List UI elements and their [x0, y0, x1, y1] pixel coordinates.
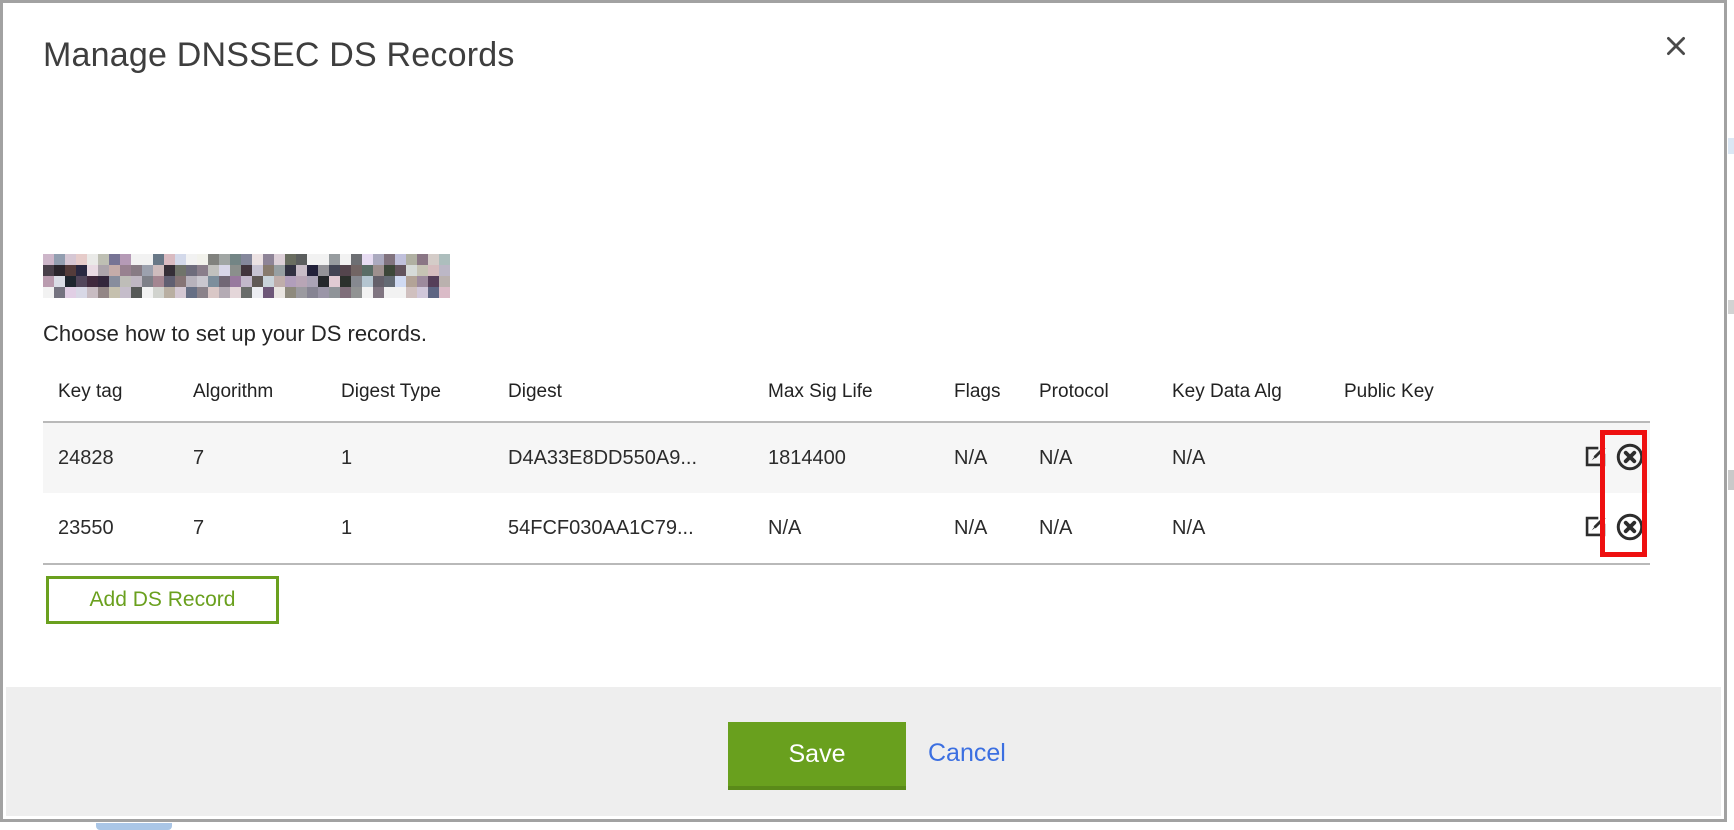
delete-record-button[interactable] [1614, 442, 1646, 474]
instruction-text: Choose how to set up your DS records. [43, 321, 427, 347]
ds-records-table: Key tag Algorithm Digest Type Digest Max… [43, 363, 1650, 565]
row-actions [1560, 442, 1650, 474]
table-row: 23550 7 1 54FCF030AA1C79... N/A N/A N/A … [43, 493, 1650, 563]
column-header-digest-type: Digest Type [326, 381, 493, 403]
dnssec-ds-records-modal: Manage DNSSEC DS Records Choose how to s… [0, 0, 1727, 822]
background-artifact [1728, 138, 1734, 154]
cell-digest: 54FCF030AA1C79... [493, 517, 753, 540]
delete-circle-x-icon [1615, 442, 1645, 475]
cancel-link[interactable]: Cancel [928, 739, 1006, 768]
cell-digest-type: 1 [326, 517, 493, 540]
cell-algorithm: 7 [178, 517, 326, 540]
column-header-protocol: Protocol [1024, 381, 1157, 403]
cell-key-tag: 24828 [43, 447, 178, 470]
column-header-algorithm: Algorithm [178, 381, 326, 403]
row-actions [1560, 512, 1650, 544]
cell-key-data-alg: N/A [1157, 517, 1329, 540]
cell-key-data-alg: N/A [1157, 447, 1329, 470]
background-artifact [1728, 300, 1734, 314]
add-ds-record-button[interactable]: Add DS Record [46, 576, 279, 624]
column-header-key-tag: Key tag [43, 381, 178, 403]
edit-record-button[interactable] [1579, 442, 1611, 474]
page-title: Manage DNSSEC DS Records [43, 36, 515, 75]
cell-max-sig-life: 1814400 [753, 447, 939, 470]
cell-protocol: N/A [1024, 517, 1157, 540]
column-header-key-data-alg: Key Data Alg [1157, 381, 1329, 403]
table-header-row: Key tag Algorithm Digest Type Digest Max… [43, 363, 1650, 421]
edit-pencil-icon [1582, 443, 1609, 473]
cell-digest-type: 1 [326, 447, 493, 470]
cell-digest: D4A33E8DD550A9... [493, 447, 753, 470]
close-icon [1663, 33, 1689, 62]
cell-algorithm: 7 [178, 447, 326, 470]
modal-footer: Save Cancel [6, 687, 1721, 816]
column-header-digest: Digest [493, 381, 753, 403]
cell-protocol: N/A [1024, 447, 1157, 470]
background-artifact [96, 823, 172, 830]
column-header-flags: Flags [939, 381, 1024, 403]
delete-record-button[interactable] [1614, 512, 1646, 544]
table-body: 24828 7 1 D4A33E8DD550A9... 1814400 N/A … [43, 421, 1650, 565]
background-page-strip [1727, 0, 1734, 830]
cell-max-sig-life: N/A [753, 517, 939, 540]
column-header-max-sig-life: Max Sig Life [753, 381, 939, 403]
table-row: 24828 7 1 D4A33E8DD550A9... 1814400 N/A … [43, 423, 1650, 493]
cell-flags: N/A [939, 517, 1024, 540]
cell-key-tag: 23550 [43, 517, 178, 540]
edit-record-button[interactable] [1579, 512, 1611, 544]
close-button[interactable] [1660, 31, 1692, 63]
save-button[interactable]: Save [728, 722, 906, 790]
cell-flags: N/A [939, 447, 1024, 470]
edit-pencil-icon [1582, 513, 1609, 543]
column-header-public-key: Public Key [1329, 381, 1560, 403]
redacted-domain-name [43, 254, 450, 298]
background-artifact [1728, 470, 1734, 490]
delete-circle-x-icon [1615, 512, 1645, 545]
